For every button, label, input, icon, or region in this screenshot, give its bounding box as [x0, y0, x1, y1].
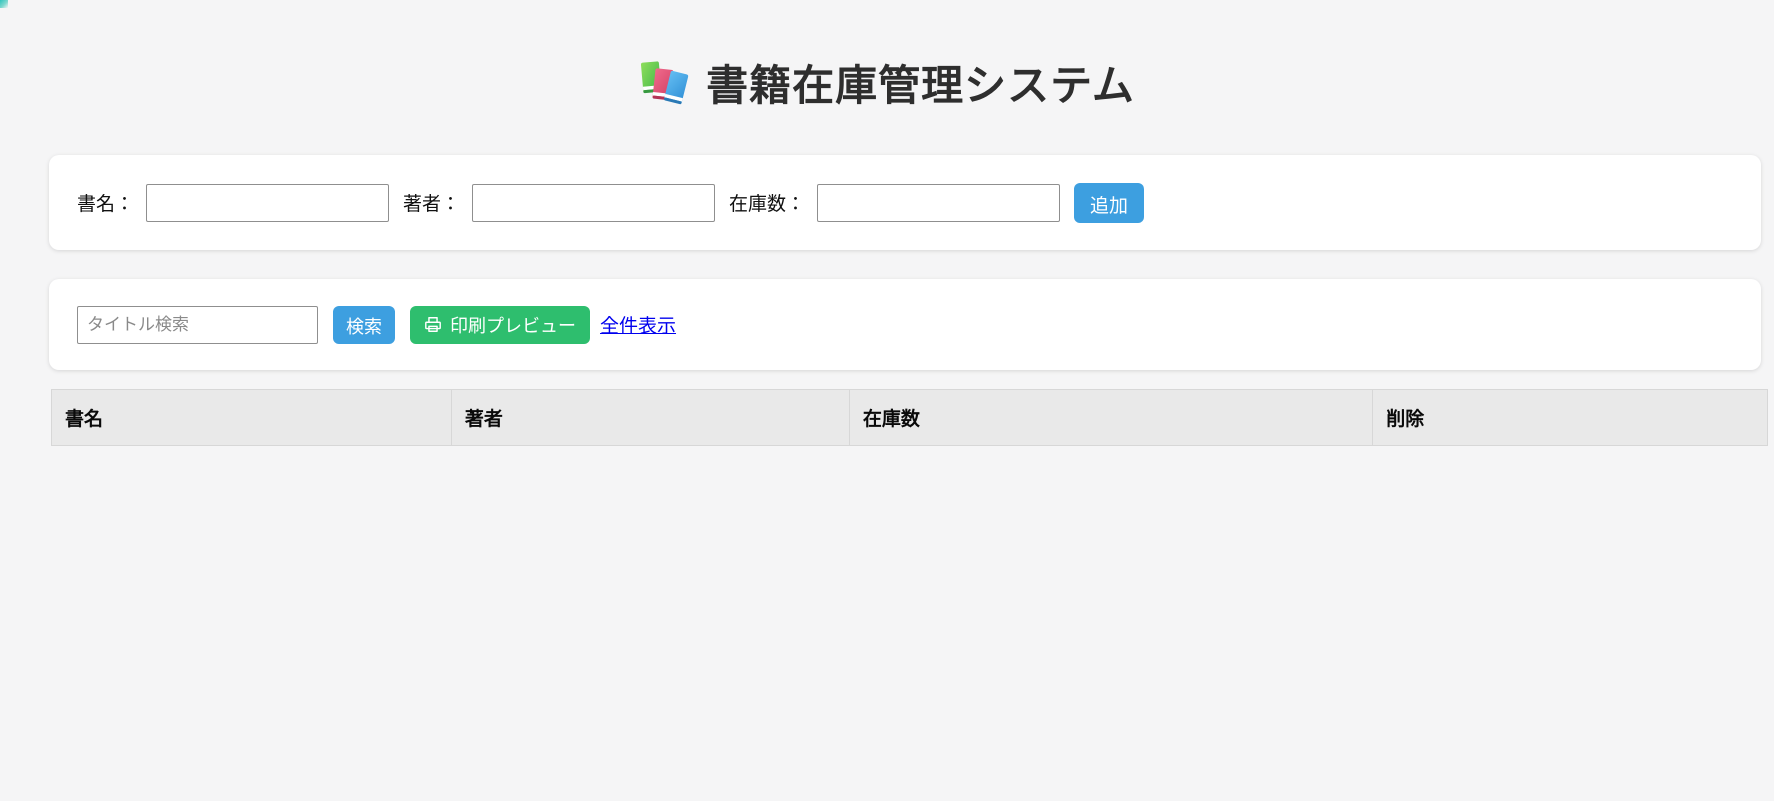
search-section: 検索 印刷プレビュー 全件表示 — [49, 279, 1761, 370]
column-header-book-title: 書名 — [52, 390, 452, 446]
stock-label: 在庫数： — [729, 189, 805, 216]
search-button[interactable]: 検索 — [333, 306, 395, 344]
print-preview-button[interactable]: 印刷プレビュー — [410, 306, 590, 344]
inventory-table-header: 書名 著者 在庫数 削除 — [52, 390, 1768, 446]
printer-icon — [424, 316, 442, 333]
show-all-link[interactable]: 全件表示 — [600, 311, 676, 338]
page-title-text: 書籍在庫管理システム — [706, 52, 1135, 113]
main-container: 書名： 著者： 在庫数： 追加 検索 印刷プレビュー 全件表示 書名 — [49, 155, 1761, 446]
book-title-label: 書名： — [77, 189, 134, 216]
page-title: 書籍在庫管理システム — [0, 52, 1774, 113]
column-header-stock: 在庫数 — [849, 390, 1372, 446]
author-input[interactable] — [472, 184, 715, 222]
add-book-form: 書名： 著者： 在庫数： 追加 — [49, 155, 1761, 250]
corner-artifact — [0, 0, 8, 8]
books-icon — [639, 60, 691, 106]
table-header-row: 書名 著者 在庫数 削除 — [52, 390, 1768, 446]
author-label: 著者： — [403, 189, 460, 216]
add-button[interactable]: 追加 — [1074, 183, 1144, 223]
book-title-input[interactable] — [146, 184, 389, 222]
inventory-table: 書名 著者 在庫数 削除 — [51, 389, 1768, 446]
stock-input[interactable] — [817, 184, 1060, 222]
print-preview-label: 印刷プレビュー — [450, 312, 576, 338]
title-search-input[interactable] — [77, 306, 318, 344]
column-header-delete: 削除 — [1373, 390, 1768, 446]
column-header-author: 著者 — [451, 390, 849, 446]
